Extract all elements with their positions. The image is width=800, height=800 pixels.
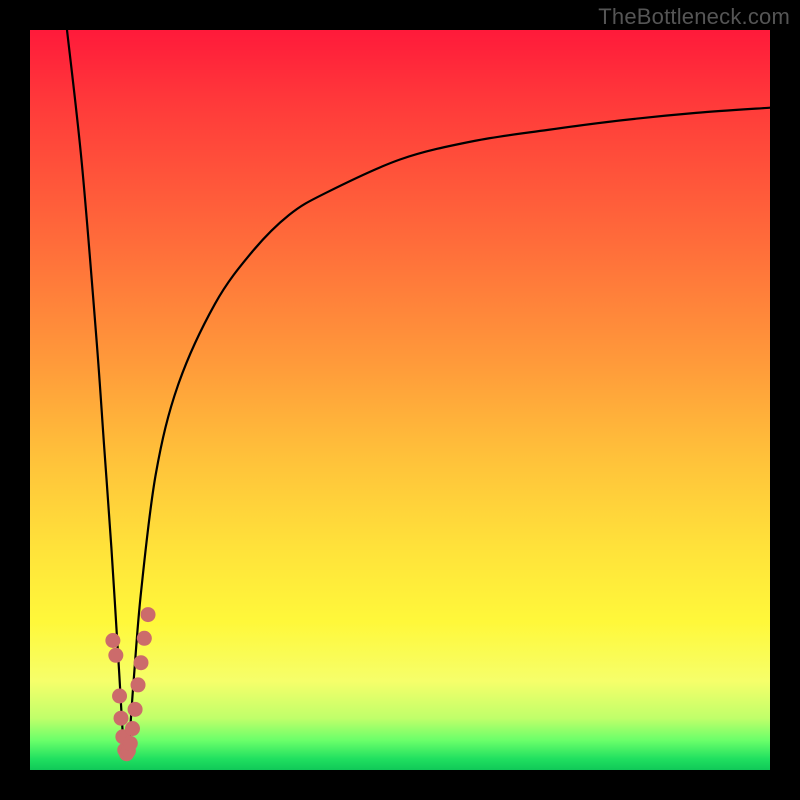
bottleneck-curve [67,30,770,757]
curve-layer [30,30,770,770]
dot [131,677,146,692]
dot [108,648,123,663]
dot [128,702,143,717]
watermark-text: TheBottleneck.com [598,4,790,30]
highlight-dots [105,607,155,761]
dot [137,631,152,646]
dot [141,607,156,622]
dot [112,689,127,704]
dot [105,633,120,648]
dot [114,711,129,726]
dot [123,736,138,751]
dot [125,721,140,736]
chart-frame: TheBottleneck.com [0,0,800,800]
plot-area [30,30,770,770]
dot [134,655,149,670]
